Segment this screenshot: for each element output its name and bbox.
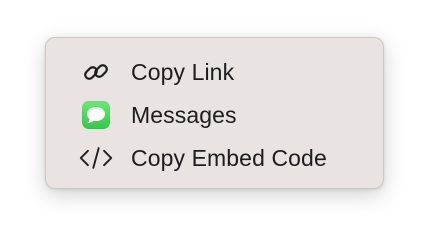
messages-label: Messages: [131, 101, 237, 128]
messages-menu-item[interactable]: Messages: [46, 95, 383, 135]
copy-link-label: Copy Link: [131, 58, 235, 85]
copy-embed-code-menu-item[interactable]: Copy Embed Code: [46, 138, 383, 178]
copy-link-menu-item[interactable]: Copy Link: [46, 52, 383, 92]
messages-app-icon: [79, 98, 113, 132]
share-menu: Copy Link Messages Copy Embed Code: [45, 37, 384, 189]
screen: Copy Link Messages Copy Embed Code: [0, 0, 430, 244]
code-brackets-icon: [79, 141, 113, 175]
link-icon: [79, 55, 113, 89]
copy-embed-code-label: Copy Embed Code: [131, 144, 327, 171]
